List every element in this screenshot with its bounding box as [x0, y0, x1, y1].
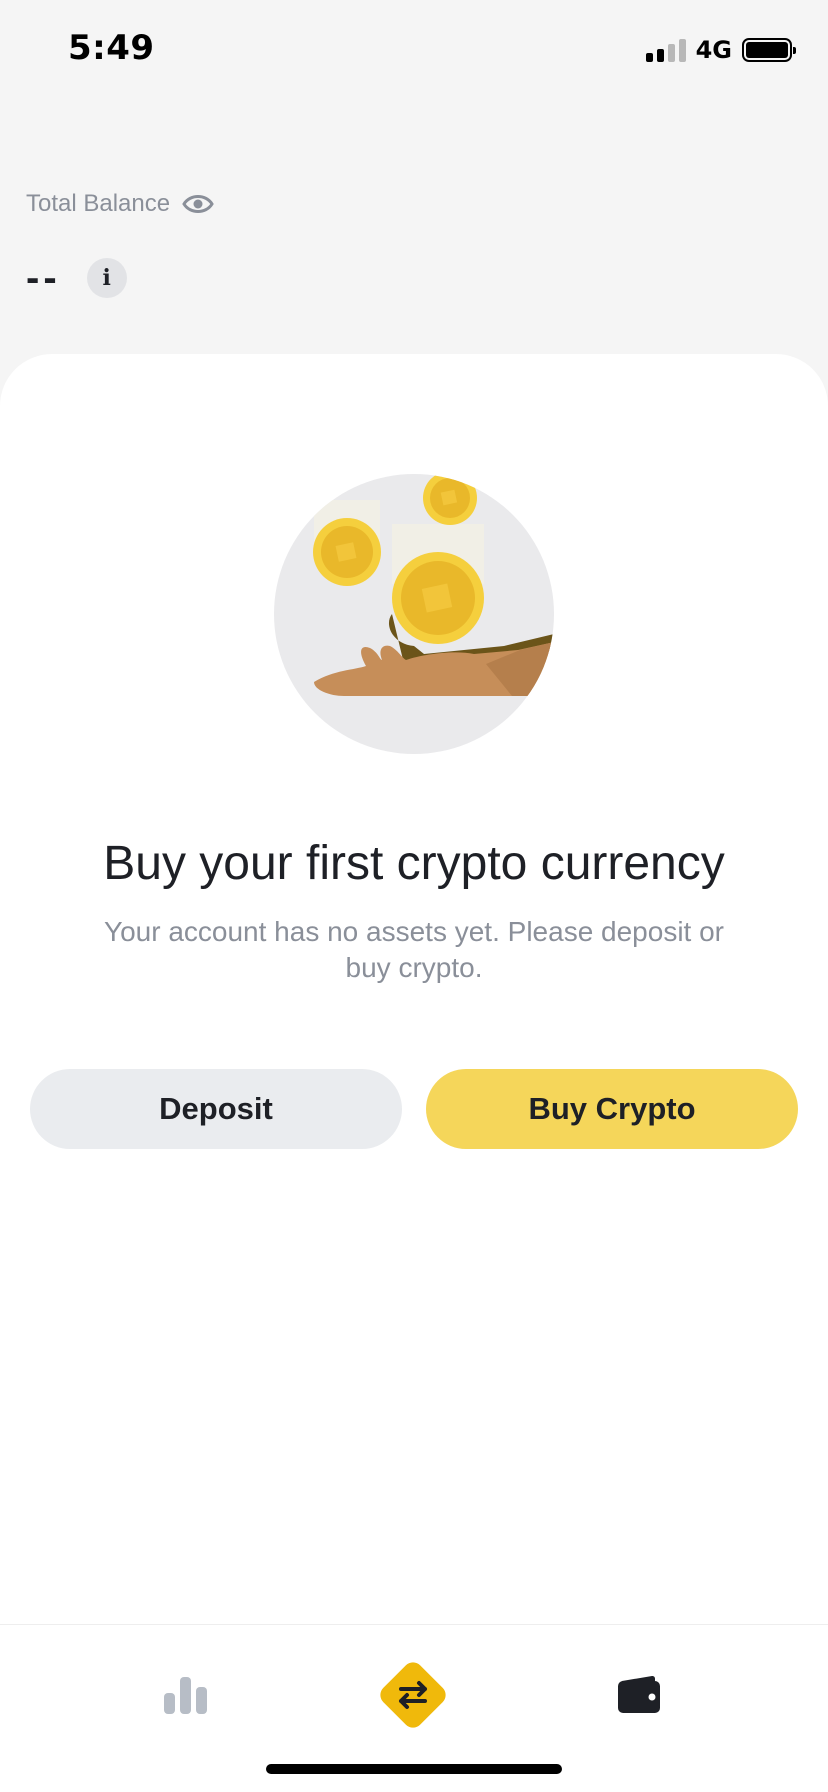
buy-crypto-button-label: Buy Crypto — [528, 1091, 696, 1126]
info-icon[interactable]: i — [86, 258, 127, 298]
battery-icon — [742, 38, 796, 62]
assets-screen: 5:49 4G Total Balance -- i Buy your firs… — [0, 0, 828, 1792]
wallet-icon — [618, 1676, 660, 1713]
hand-with-coins-illustration — [274, 474, 554, 754]
signal-strength-icon — [645, 38, 686, 62]
balance-value-row: -- i — [26, 258, 214, 298]
status-bar: 5:49 4G — [0, 0, 828, 100]
empty-state-description: Your account has no assets yet. Please d… — [103, 916, 725, 983]
balance-value: -- — [26, 256, 61, 300]
nav-trade[interactable] — [373, 1655, 453, 1735]
balance-header: Total Balance -- i — [26, 190, 214, 298]
balance-label-row: Total Balance — [26, 190, 214, 218]
nav-wallet[interactable] — [599, 1655, 679, 1735]
deposit-button[interactable]: Deposit — [30, 1069, 402, 1149]
eye-icon[interactable] — [182, 193, 214, 215]
status-indicators: 4G — [645, 36, 796, 64]
deposit-button-label: Deposit — [159, 1091, 273, 1126]
empty-state-title: Buy your first crypto currency — [103, 837, 725, 890]
total-balance-label: Total Balance — [26, 190, 171, 217]
markets-chart-icon — [164, 1677, 207, 1714]
nav-markets[interactable] — [146, 1655, 226, 1735]
buy-crypto-button[interactable]: Buy Crypto — [426, 1069, 798, 1149]
status-time: 5:49 — [68, 28, 155, 68]
home-indicator — [266, 1764, 562, 1774]
network-type: 4G — [695, 36, 732, 64]
trade-swap-icon — [380, 1662, 446, 1728]
